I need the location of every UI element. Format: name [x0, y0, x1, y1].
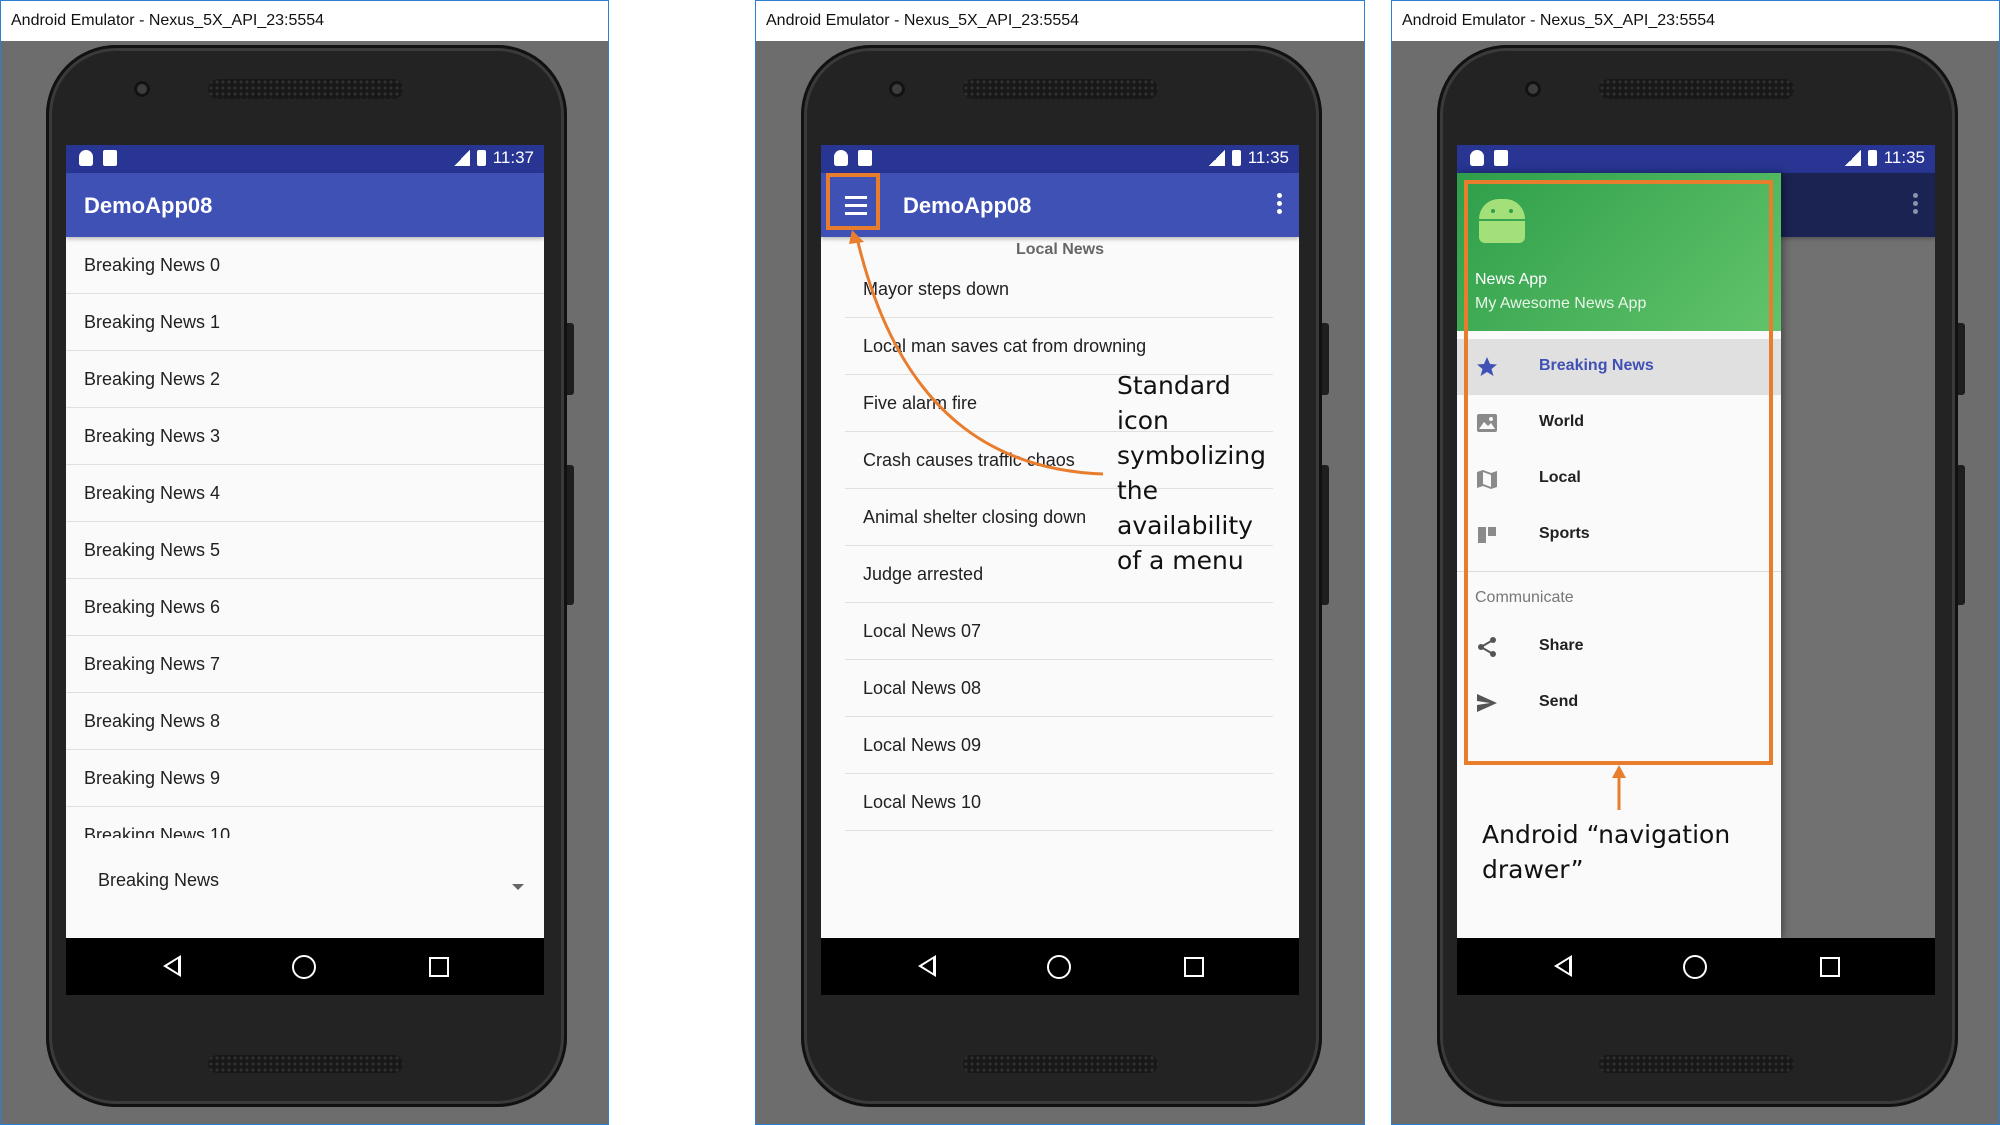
home-icon[interactable]	[1683, 955, 1707, 979]
status-time: 11:35	[1247, 148, 1289, 167]
speaker-bottom	[963, 1055, 1158, 1073]
annotation-line: Standard	[1117, 371, 1231, 400]
list-item[interactable]: Mayor steps down	[845, 261, 1273, 318]
list-item[interactable]: Breaking News 4	[66, 465, 544, 522]
system-nav-bar	[821, 938, 1299, 995]
home-icon[interactable]	[1047, 955, 1071, 979]
annotation-line: the	[1117, 476, 1159, 505]
list-item[interactable]: Breaking News 2	[66, 351, 544, 408]
list-item[interactable]: Breaking News 7	[66, 636, 544, 693]
system-nav-bar	[1457, 938, 1935, 995]
signal-icon	[1844, 150, 1861, 166]
annotation-line: drawer”	[1482, 855, 1584, 884]
status-bar: 11:35	[821, 145, 1299, 173]
category-spinner[interactable]: Breaking News	[66, 838, 544, 938]
spinner-value: Breaking News	[98, 870, 220, 890]
list-item[interactable]: Local News 08	[845, 660, 1273, 717]
speaker-top	[1599, 79, 1794, 99]
battery-icon	[1867, 150, 1877, 166]
list-item[interactable]: Breaking News 0	[66, 237, 544, 294]
app-title: DemoApp08	[903, 193, 1032, 218]
status-bar: 11:37	[66, 145, 544, 173]
drawer-highlight-box	[1464, 180, 1773, 765]
menu-icon-annotation: Standard icon symbolizing the availabili…	[1117, 368, 1266, 578]
speaker-top	[963, 79, 1158, 99]
volume-button[interactable]	[1958, 465, 1965, 605]
drawer-annotation: Android “navigation drawer”	[1482, 817, 1730, 887]
section-header: Local News	[1015, 241, 1105, 258]
system-nav-bar	[66, 938, 544, 995]
speaker-bottom	[1599, 1055, 1794, 1073]
overflow-menu-icon	[1913, 193, 1919, 214]
overflow-menu-icon[interactable]	[1277, 193, 1283, 214]
volume-button[interactable]	[567, 465, 574, 605]
dropdown-arrow-icon	[512, 884, 524, 890]
window-title: Android Emulator - Nexus_5X_API_23:5554	[756, 1, 1364, 41]
camera	[1525, 81, 1541, 97]
phone-frame: 11:37 DemoApp08 Breaking News 0 Breaking…	[46, 45, 574, 1107]
annotation-line: Android “navigation	[1482, 820, 1731, 849]
back-icon[interactable]	[1554, 955, 1572, 977]
android-icon	[1470, 150, 1484, 166]
android-icon	[79, 150, 93, 166]
emulator-window-1: Android Emulator - Nexus_5X_API_23:5554 …	[0, 0, 609, 1125]
annotation-line: icon	[1117, 406, 1169, 435]
recents-icon[interactable]	[429, 957, 449, 977]
sd-card-icon	[1494, 150, 1508, 166]
power-button[interactable]	[567, 323, 574, 395]
list-item[interactable]: Breaking News 8	[66, 693, 544, 750]
annotation-line: symbolizing	[1117, 441, 1267, 470]
android-icon	[834, 150, 848, 166]
screen: 11:37 DemoApp08 Breaking News 0 Breaking…	[66, 145, 544, 995]
annotation-line: of a menu	[1117, 546, 1244, 575]
app-title: DemoApp08	[84, 193, 213, 218]
emulator-window-2: Android Emulator - Nexus_5X_API_23:5554 …	[755, 0, 1365, 1125]
sd-card-icon	[858, 150, 872, 166]
list-item[interactable]: Local News 09	[845, 717, 1273, 774]
recents-icon[interactable]	[1184, 957, 1204, 977]
power-button[interactable]	[1958, 323, 1965, 395]
app-bar: DemoApp08	[66, 173, 544, 237]
battery-icon	[1231, 150, 1241, 166]
speaker-top	[208, 79, 403, 99]
list-item[interactable]: Local man saves cat from drowning	[845, 318, 1273, 375]
window-title: Android Emulator - Nexus_5X_API_23:5554	[1, 1, 608, 41]
camera	[134, 81, 150, 97]
list-item[interactable]: Breaking News 1	[66, 294, 544, 351]
battery-icon	[476, 150, 486, 166]
speaker-bottom	[208, 1055, 403, 1073]
camera	[889, 81, 905, 97]
signal-icon	[453, 150, 470, 166]
hamburger-highlight-box	[826, 173, 880, 230]
status-bar: 11:35	[1457, 145, 1935, 173]
signal-icon	[1208, 150, 1225, 166]
window-title: Android Emulator - Nexus_5X_API_23:5554	[1392, 1, 1999, 41]
list-item[interactable]: Breaking News 9	[66, 750, 544, 807]
list-item[interactable]: Local News 10	[845, 774, 1273, 831]
status-time: 11:37	[492, 148, 534, 167]
app-bar: DemoApp08	[821, 173, 1299, 237]
list-item[interactable]: Breaking News 5	[66, 522, 544, 579]
power-button[interactable]	[1322, 323, 1329, 395]
volume-button[interactable]	[1322, 465, 1329, 605]
list-item[interactable]: Breaking News 6	[66, 579, 544, 636]
annotation-line: availability	[1117, 511, 1253, 540]
recents-icon[interactable]	[1820, 957, 1840, 977]
back-icon[interactable]	[918, 955, 936, 977]
status-time: 11:35	[1883, 148, 1925, 167]
home-icon[interactable]	[292, 955, 316, 979]
list-item[interactable]: Breaking News 3	[66, 408, 544, 465]
back-icon[interactable]	[163, 955, 181, 977]
list-item[interactable]: Local News 07	[845, 603, 1273, 660]
sd-card-icon	[103, 150, 117, 166]
